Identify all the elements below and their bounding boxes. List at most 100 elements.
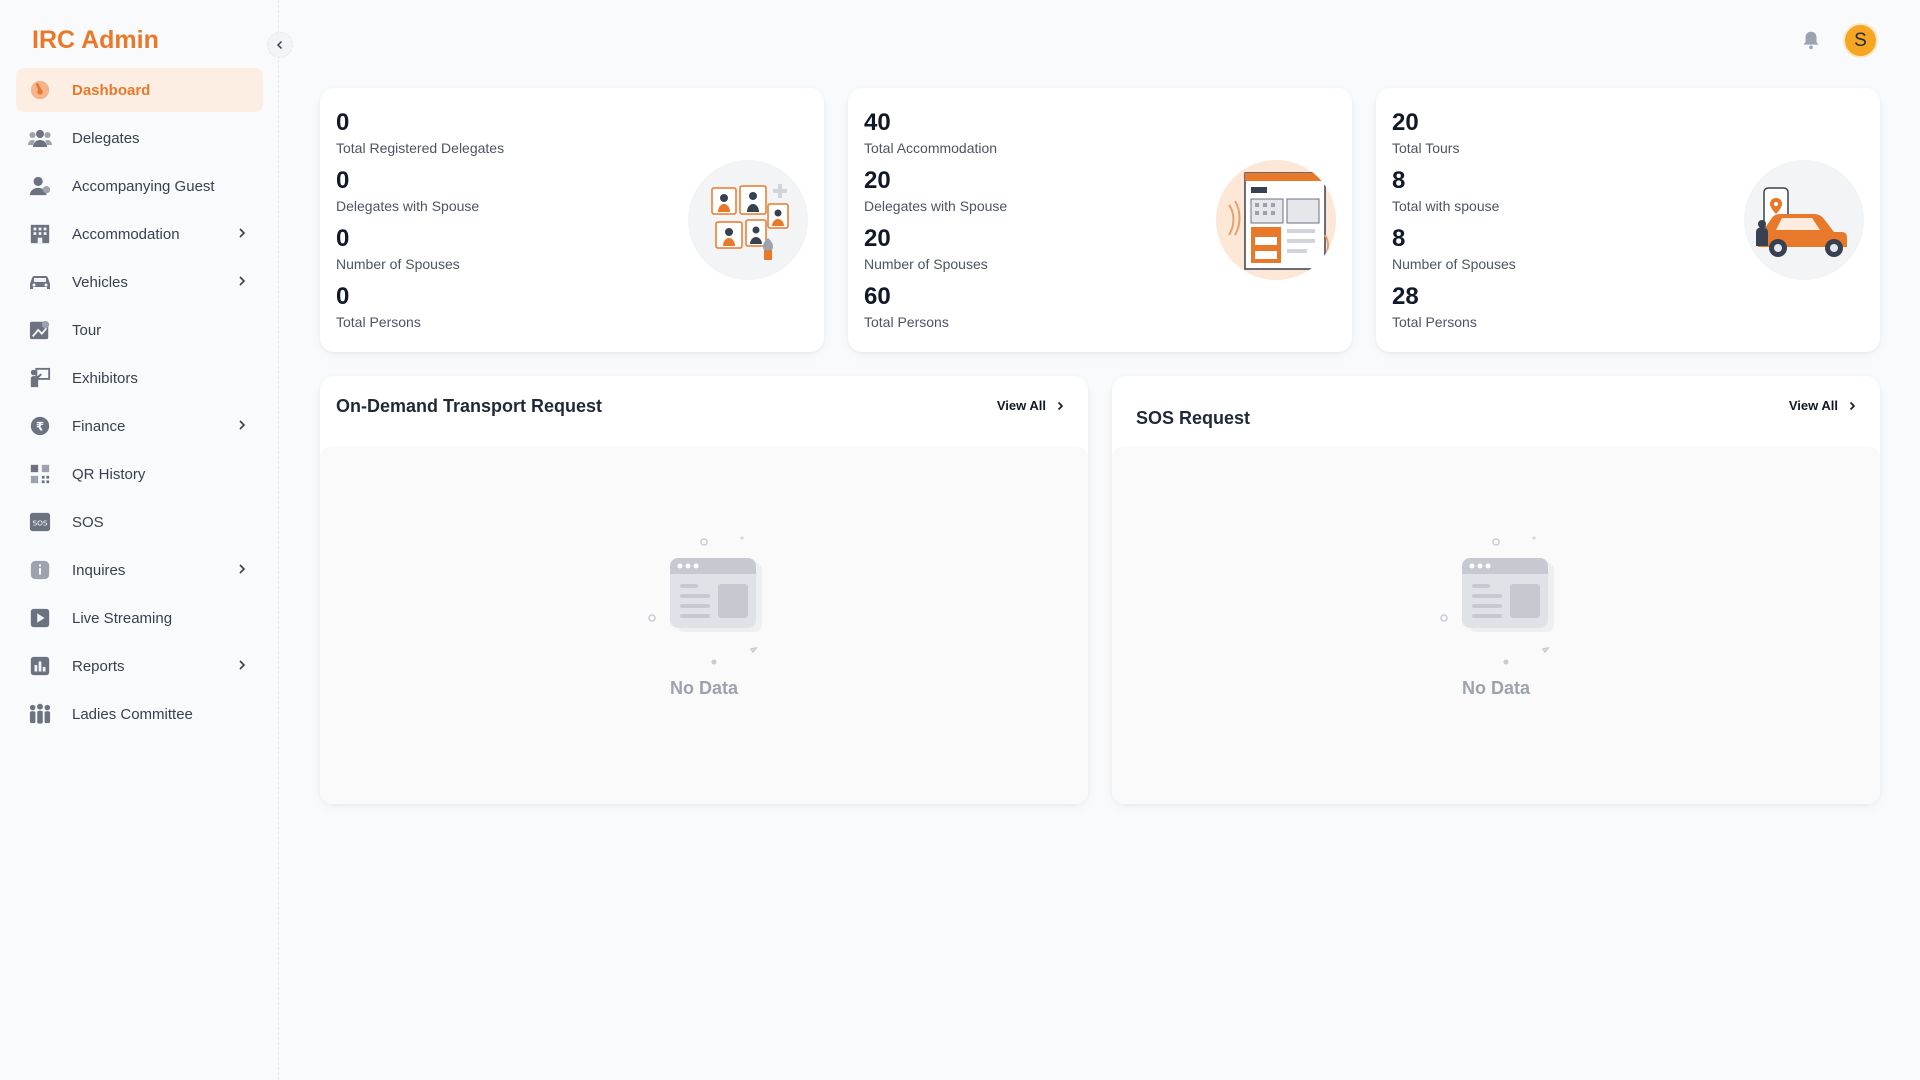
- chevron-right-icon: [235, 658, 249, 676]
- stat-value: 0: [336, 283, 350, 310]
- bar-chart-icon: [28, 654, 52, 678]
- sidebar-item-label: Accompanying Guest: [72, 177, 215, 195]
- sos-request-panel: SOS Request View All No Data: [1112, 376, 1880, 804]
- sidebar-collapse-button[interactable]: [267, 32, 293, 58]
- stat-label: Number of Spouses: [1392, 256, 1516, 272]
- rupee-icon: ₹: [28, 414, 52, 438]
- sidebar-item-label: Inquires: [72, 561, 126, 579]
- tour-car-illustration: [1744, 160, 1864, 280]
- stat-label: Total Registered Delegates: [336, 140, 505, 156]
- stat-label: Number of Spouses: [864, 256, 988, 272]
- sidebar-item-label: Ladies Committee: [72, 705, 193, 723]
- chevron-right-icon: [235, 226, 249, 244]
- svg-text:SOS: SOS: [32, 519, 47, 528]
- no-data-text: No Data: [1461, 677, 1530, 698]
- sidebar-item-label: Finance: [72, 417, 126, 435]
- sidebar-item-exhibitors[interactable]: Exhibitors: [16, 356, 263, 400]
- stat-label: Total Persons: [1392, 314, 1477, 330]
- stat-label: Total with spouse: [1392, 198, 1500, 214]
- sos-icon: SOS: [28, 510, 52, 534]
- stat-label: Delegates with Spouse: [864, 198, 1008, 214]
- stat-label: Total Tours: [1392, 140, 1460, 156]
- stat-value: 40: [864, 109, 891, 136]
- stat-label: Total Accommodation: [864, 140, 998, 156]
- sidebar-item-tour[interactable]: Tour: [16, 308, 263, 352]
- sidebar-item-vehicles[interactable]: Vehicles: [16, 260, 263, 304]
- sidebar-item-qr-history[interactable]: QR History: [16, 452, 263, 496]
- brand-logo[interactable]: IRC Admin: [32, 26, 159, 55]
- exhibitor-icon: [28, 366, 52, 390]
- stat-card-accommodation: 40 Total Accommodation 20 Delegates with S…: [848, 88, 1352, 352]
- sidebar-item-label: Live Streaming: [72, 609, 173, 627]
- sidebar-item-dashboard[interactable]: Dashboard: [16, 68, 263, 112]
- dashboard-icon: [28, 78, 52, 102]
- group-icon: [28, 702, 52, 726]
- no-data-text: No Data: [669, 677, 738, 698]
- guest-icon: [28, 174, 52, 198]
- sidebar-item-label: Reports: [72, 657, 125, 675]
- stat-value: 8: [1392, 167, 1406, 194]
- sidebar-item-delegates[interactable]: Delegates: [16, 116, 263, 160]
- qr-icon: [28, 462, 52, 486]
- sidebar-item-accommodation[interactable]: Accommodation: [16, 212, 263, 256]
- info-icon: [28, 558, 52, 582]
- stat-card-delegates: 0 Total Registered Delegates 0 Delegates w…: [320, 88, 824, 352]
- chevron-right-icon: [1057, 401, 1064, 410]
- stat-value: 60: [864, 283, 891, 310]
- sidebar-item-inquires[interactable]: Inquires: [16, 548, 263, 592]
- chevron-right-icon: [1849, 401, 1856, 410]
- view-all-label: View All: [1788, 398, 1838, 413]
- chevron-right-icon: [235, 562, 249, 580]
- stat-value: 20: [864, 225, 891, 252]
- accommodation-illustration: [1216, 160, 1336, 280]
- empty-state: No Data: [320, 446, 1088, 804]
- car-icon: [28, 270, 52, 294]
- sidebar-item-label: Accommodation: [72, 225, 180, 243]
- stat-label: Delegates with Spouse: [336, 198, 480, 214]
- user-avatar[interactable]: S: [1843, 23, 1878, 58]
- users-icon: [28, 126, 52, 150]
- stat-value: 8: [1392, 225, 1406, 252]
- tour-map-icon: [28, 318, 52, 342]
- sos-view-all-link[interactable]: View All: [1789, 398, 1858, 413]
- chevron-right-icon: [235, 418, 249, 436]
- play-icon: [28, 606, 52, 630]
- svg-text:₹: ₹: [36, 420, 44, 434]
- view-all-label: View All: [996, 398, 1046, 413]
- empty-data-icon: [648, 536, 762, 664]
- sidebar-item-ladies-committee[interactable]: Ladies Committee: [16, 692, 263, 736]
- sidebar-item-sos[interactable]: SOS SOS: [16, 500, 263, 544]
- sidebar-item-label: Exhibitors: [72, 369, 138, 387]
- empty-state: No Data: [1112, 446, 1880, 804]
- sidebar-item-accompanying-guest[interactable]: Accompanying Guest: [16, 164, 263, 208]
- stat-value: 28: [1392, 283, 1419, 310]
- sidebar-nav: Dashboard Delegates Accompanying Guest A…: [16, 68, 263, 740]
- stat-value: 20: [1392, 109, 1419, 136]
- sidebar-item-label: SOS: [72, 513, 104, 531]
- sidebar-item-label: Dashboard: [72, 81, 151, 99]
- delegates-illustration: [688, 160, 808, 280]
- notification-bell-icon[interactable]: [1800, 29, 1822, 56]
- panel-title: SOS Request: [1136, 408, 1251, 428]
- stat-card-tours: 20 Total Tours 8 Total with spouse 8 Number…: [1376, 88, 1880, 352]
- sidebar-item-live-streaming[interactable]: Live Streaming: [16, 596, 263, 640]
- panel-title: On-Demand Transport Request: [336, 396, 603, 416]
- sidebar-item-label: Vehicles: [72, 273, 128, 291]
- stat-value: 0: [336, 109, 350, 136]
- sidebar-item-reports[interactable]: Reports: [16, 644, 263, 688]
- sidebar-item-label: Tour: [72, 321, 102, 339]
- sidebar-item-label: Delegates: [72, 129, 140, 147]
- transport-request-panel: On-Demand Transport Request View All No …: [320, 376, 1088, 804]
- chevron-left-icon: [276, 40, 283, 50]
- chevron-right-icon: [235, 274, 249, 292]
- transport-view-all-link[interactable]: View All: [997, 398, 1066, 413]
- stat-value: 0: [336, 167, 350, 194]
- sidebar: IRC Admin Dashboard Delegates Accompanyi…: [0, 0, 279, 1080]
- stat-value: 0: [336, 225, 350, 252]
- stat-value: 20: [864, 167, 891, 194]
- stat-label: Number of Spouses: [336, 256, 460, 272]
- stat-label: Total Persons: [864, 314, 949, 330]
- empty-data-icon: [1440, 536, 1554, 664]
- stat-label: Total Persons: [336, 314, 421, 330]
- sidebar-item-finance[interactable]: ₹ Finance: [16, 404, 263, 448]
